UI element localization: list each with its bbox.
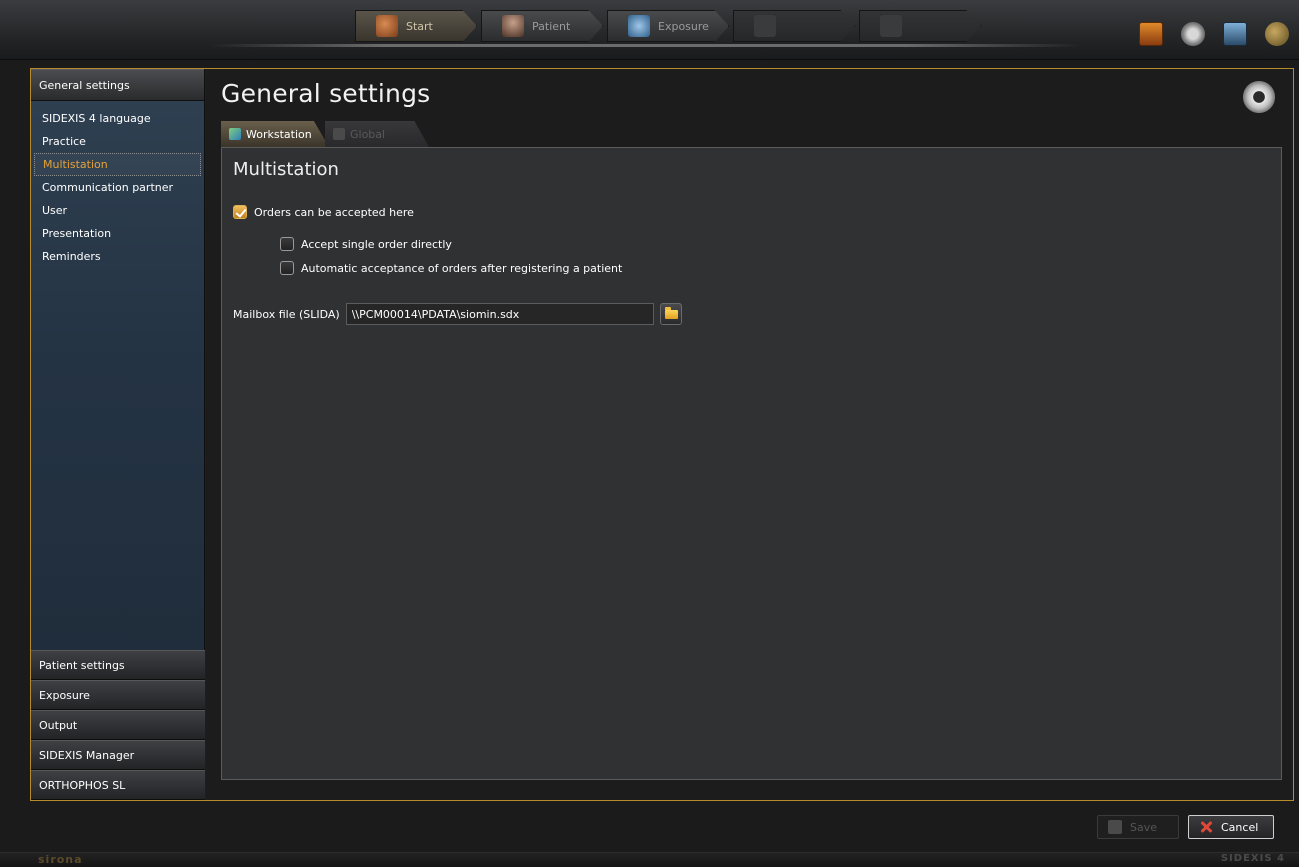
page-title: General settings — [221, 79, 431, 108]
sidebar-sections: Patient settings Exposure Output SIDEXIS… — [31, 650, 205, 800]
auto-accept-label: Automatic acceptance of orders after reg… — [301, 261, 623, 275]
step-exposure[interactable]: Exposure — [607, 10, 729, 42]
step-patient[interactable]: Patient — [481, 10, 603, 42]
step-start-label: Start — [406, 19, 433, 33]
sidebar-section-sidexis-manager[interactable]: SIDEXIS Manager — [31, 740, 205, 770]
tab-workstation-label: Workstation — [246, 127, 312, 141]
mailbox-row: Mailbox file (SLIDA) — [233, 303, 682, 325]
browse-folder-button[interactable] — [659, 303, 682, 325]
accept-orders-checkbox[interactable] — [233, 205, 247, 219]
sidebar-item-user[interactable]: User — [34, 199, 201, 222]
sidebar-item-reminders[interactable]: Reminders — [34, 245, 201, 268]
save-disk-icon — [1108, 820, 1122, 834]
globe-icon[interactable] — [1265, 22, 1289, 46]
workflow-steps: Start Patient Exposure — [355, 10, 985, 42]
output-icon — [880, 15, 902, 37]
sidebar-item-practice[interactable]: Practice — [34, 130, 201, 153]
single-order-label: Accept single order directly — [301, 237, 452, 251]
tab-global[interactable]: Global — [325, 121, 429, 147]
single-order-checkbox[interactable] — [280, 237, 294, 251]
settings-window: General settings SIDEXIS 4 language Prac… — [30, 68, 1294, 801]
step-exposure-label: Exposure — [658, 19, 709, 33]
cancel-button[interactable]: Cancel — [1188, 815, 1274, 839]
sidebar-section-exposure[interactable]: Exposure — [31, 680, 205, 710]
tab-global-label: Global — [350, 127, 386, 141]
sidebar-item-communication-partner[interactable]: Communication partner — [34, 176, 201, 199]
section-title: Multistation — [233, 159, 339, 180]
top-navigation-bar: Start Patient Exposure — [0, 0, 1299, 60]
sidebar-item-presentation[interactable]: Presentation — [34, 222, 201, 245]
exposure-icon — [628, 15, 650, 37]
workflow-track — [210, 44, 1080, 47]
sidebar-section-output[interactable]: Output — [31, 710, 205, 740]
step-examination — [733, 10, 855, 42]
sidebar-section-orthophos-sl[interactable]: ORTHOPHOS SL — [31, 770, 205, 800]
save-button[interactable]: Save — [1097, 815, 1179, 839]
global-network-icon — [333, 128, 345, 140]
patient-icon — [502, 15, 524, 37]
multistation-panel: Multistation Orders can be accepted here… — [221, 147, 1282, 780]
sirona-logo: sirona — [38, 853, 83, 866]
step-start[interactable]: Start — [355, 10, 477, 42]
mailbox-label: Mailbox file (SLIDA) — [233, 307, 340, 321]
auto-accept-option[interactable]: Automatic acceptance of orders after reg… — [280, 261, 622, 275]
settings-gear-icon[interactable] — [1181, 22, 1205, 46]
mailbox-file-input[interactable] — [345, 303, 654, 325]
settings-content: General settings Workstation Global Mult… — [206, 69, 1293, 800]
accept-orders-option[interactable]: Orders can be accepted here — [233, 205, 414, 219]
sidebar-header-general-settings[interactable]: General settings — [31, 69, 204, 101]
examination-icon — [754, 15, 776, 37]
save-button-label: Save — [1130, 820, 1158, 834]
status-bar: sirona SIDEXIS 4 — [0, 852, 1299, 867]
sidebar-section-patient-settings[interactable]: Patient settings — [31, 650, 205, 680]
auto-accept-checkbox[interactable] — [280, 261, 294, 275]
settings-gear-icon — [1241, 79, 1277, 115]
cancel-button-label: Cancel — [1221, 820, 1259, 834]
step-output — [859, 10, 981, 42]
settings-tabs: Workstation Global — [221, 121, 429, 147]
single-order-option[interactable]: Accept single order directly — [280, 237, 452, 251]
sidebar-item-language[interactable]: SIDEXIS 4 language — [34, 107, 201, 130]
folder-icon — [664, 307, 678, 319]
step-patient-label: Patient — [532, 19, 571, 33]
top-right-icons — [1139, 22, 1289, 46]
sidebar-items: SIDEXIS 4 language Practice Multistation… — [31, 101, 204, 268]
house-icon — [376, 15, 398, 37]
tab-workstation[interactable]: Workstation — [221, 121, 329, 147]
monitor-icon[interactable] — [1223, 22, 1247, 46]
sidexis-brand: SIDEXIS 4 — [1220, 853, 1285, 864]
workstation-icon — [229, 128, 241, 140]
sidebar-item-multistation[interactable]: Multistation — [34, 153, 201, 176]
cancel-x-icon — [1199, 820, 1213, 834]
accept-orders-label: Orders can be accepted here — [254, 205, 414, 219]
help-book-icon[interactable] — [1139, 22, 1163, 46]
settings-sidebar: General settings SIDEXIS 4 language Prac… — [31, 69, 205, 800]
